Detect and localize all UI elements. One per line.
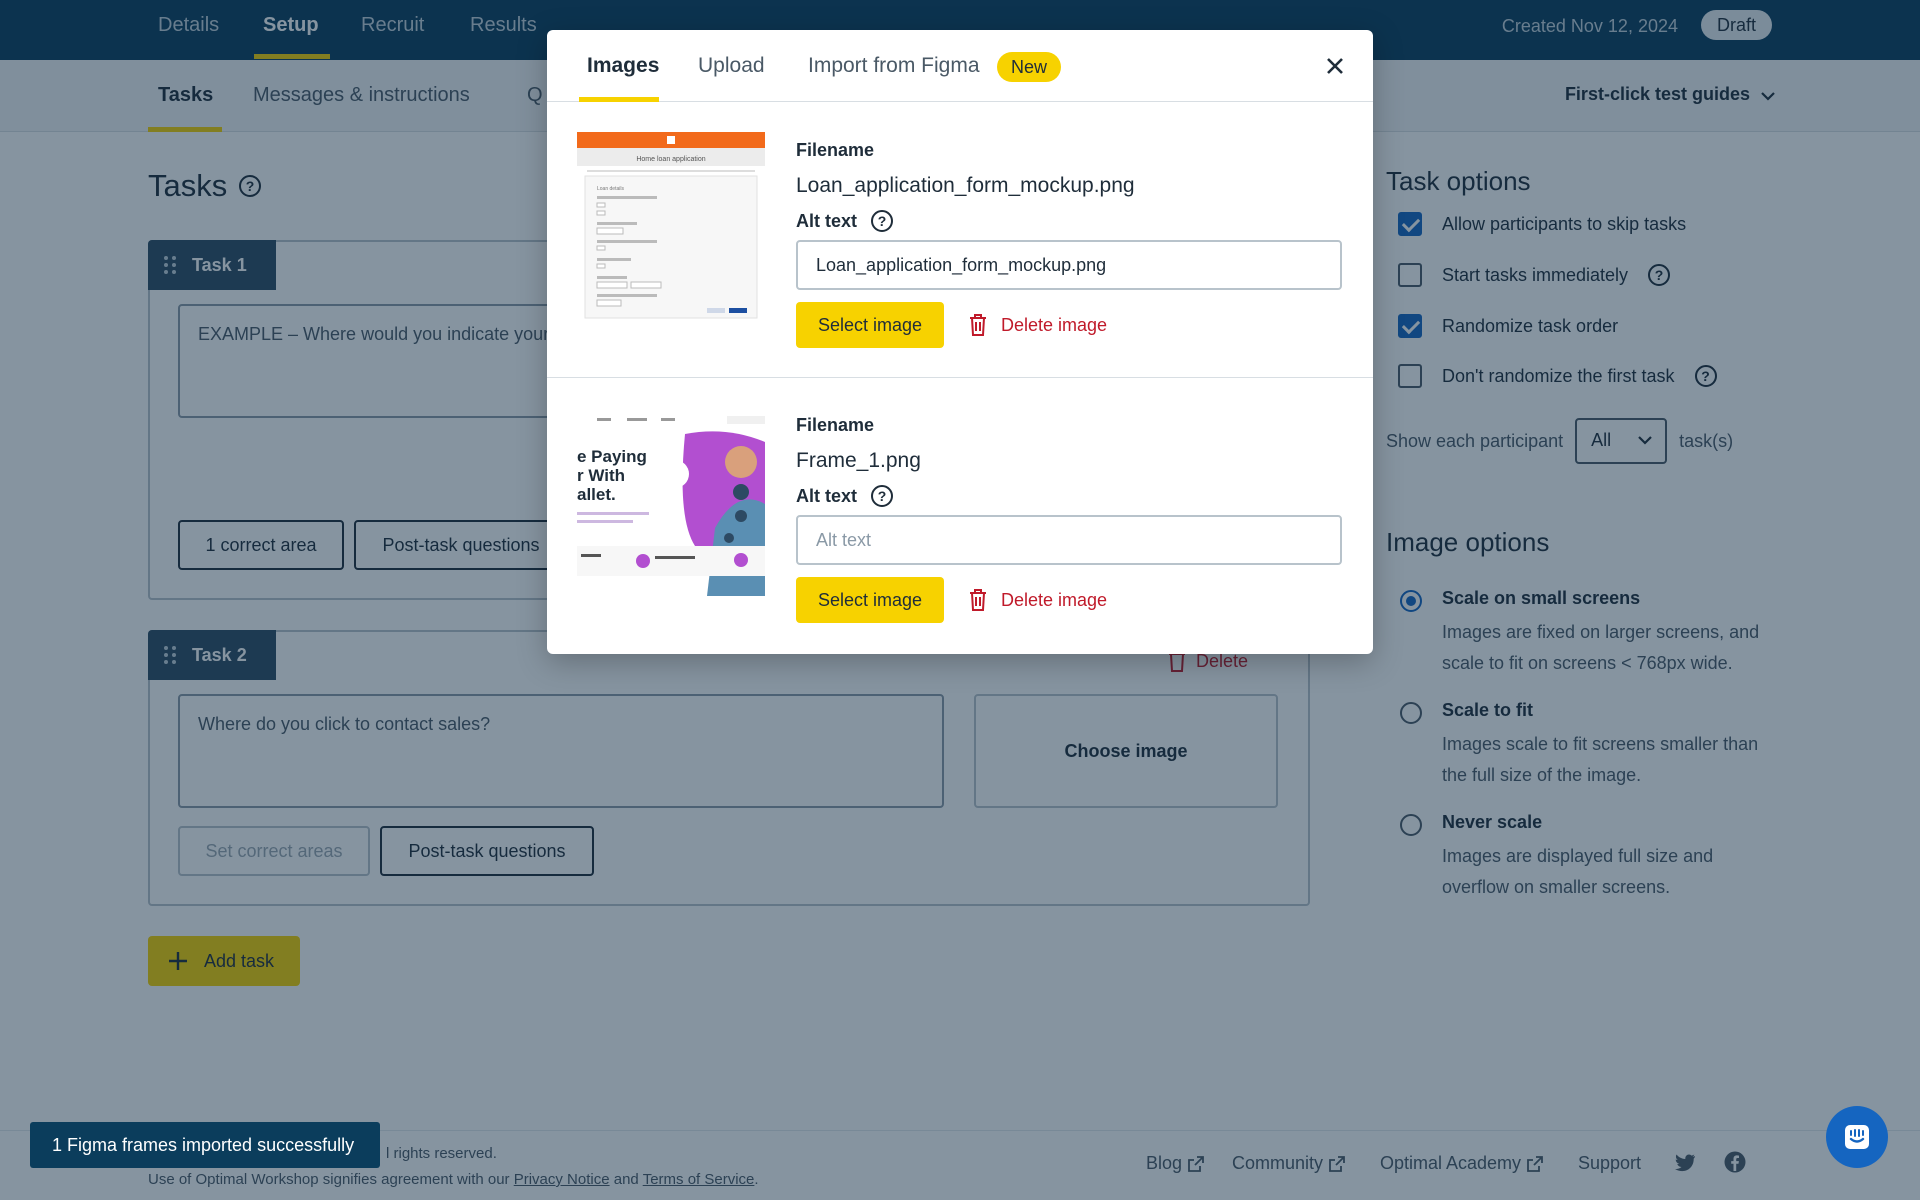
alt-text-label: Alt text ? <box>796 485 894 507</box>
thumb-title: Home loan application <box>636 156 705 163</box>
trash-icon <box>970 589 986 611</box>
image-row: e Paying r With allet. Filename Frame_1.… <box>547 378 1373 654</box>
delete-image-label: Delete image <box>1001 589 1108 610</box>
image-thumbnail: e Paying r With allet. <box>577 408 765 596</box>
loan-form-preview: Home loan application Loan details <box>577 132 765 320</box>
thumb-section: Loan details <box>597 186 624 192</box>
select-image-button[interactable]: Select image <box>796 577 944 623</box>
alt-text-label: Alt text ? <box>796 210 894 232</box>
alt-text-label-text: Alt text <box>796 210 858 231</box>
filename-value: Frame_1.png <box>796 449 921 472</box>
alt-text-input[interactable] <box>796 240 1342 290</box>
help-icon[interactable]: ? <box>871 485 894 507</box>
thumb-line: e Paying <box>577 447 647 466</box>
chat-icon <box>1845 1125 1869 1149</box>
thumb-line: allet. <box>577 485 616 504</box>
close-icon[interactable] <box>1323 54 1347 78</box>
filename-value: Loan_application_form_mockup.png <box>796 174 1135 197</box>
trash-icon <box>970 314 986 336</box>
thumb-line: r With <box>577 466 625 485</box>
delete-image-button[interactable]: Delete image <box>969 577 1107 623</box>
tab-images[interactable]: Images <box>587 54 659 78</box>
help-icon[interactable]: ? <box>871 210 894 232</box>
delete-image-label: Delete image <box>1001 314 1108 335</box>
delete-image-button[interactable]: Delete image <box>969 302 1107 348</box>
alt-text-label-text: Alt text <box>796 485 858 506</box>
filename-label: Filename <box>796 415 875 435</box>
tab-upload[interactable]: Upload <box>698 54 765 78</box>
alt-text-input[interactable] <box>796 515 1342 565</box>
tab-import-figma[interactable]: Import from Figma <box>808 54 980 78</box>
image-thumbnail: Home loan application Loan details <box>577 132 765 320</box>
frame-preview: e Paying r With allet. <box>577 408 765 596</box>
filename-label: Filename <box>796 140 875 160</box>
modal-tabs: Images Upload Import from Figma New <box>547 30 1373 102</box>
chat-launcher-button[interactable] <box>1826 1106 1888 1168</box>
success-toast: 1 Figma frames imported successfully <box>30 1122 380 1168</box>
new-badge: New <box>997 52 1062 82</box>
image-picker-modal: Images Upload Import from Figma New Home… <box>547 30 1373 654</box>
image-row: Home loan application Loan details Filen… <box>547 102 1373 378</box>
select-image-button[interactable]: Select image <box>796 302 944 348</box>
